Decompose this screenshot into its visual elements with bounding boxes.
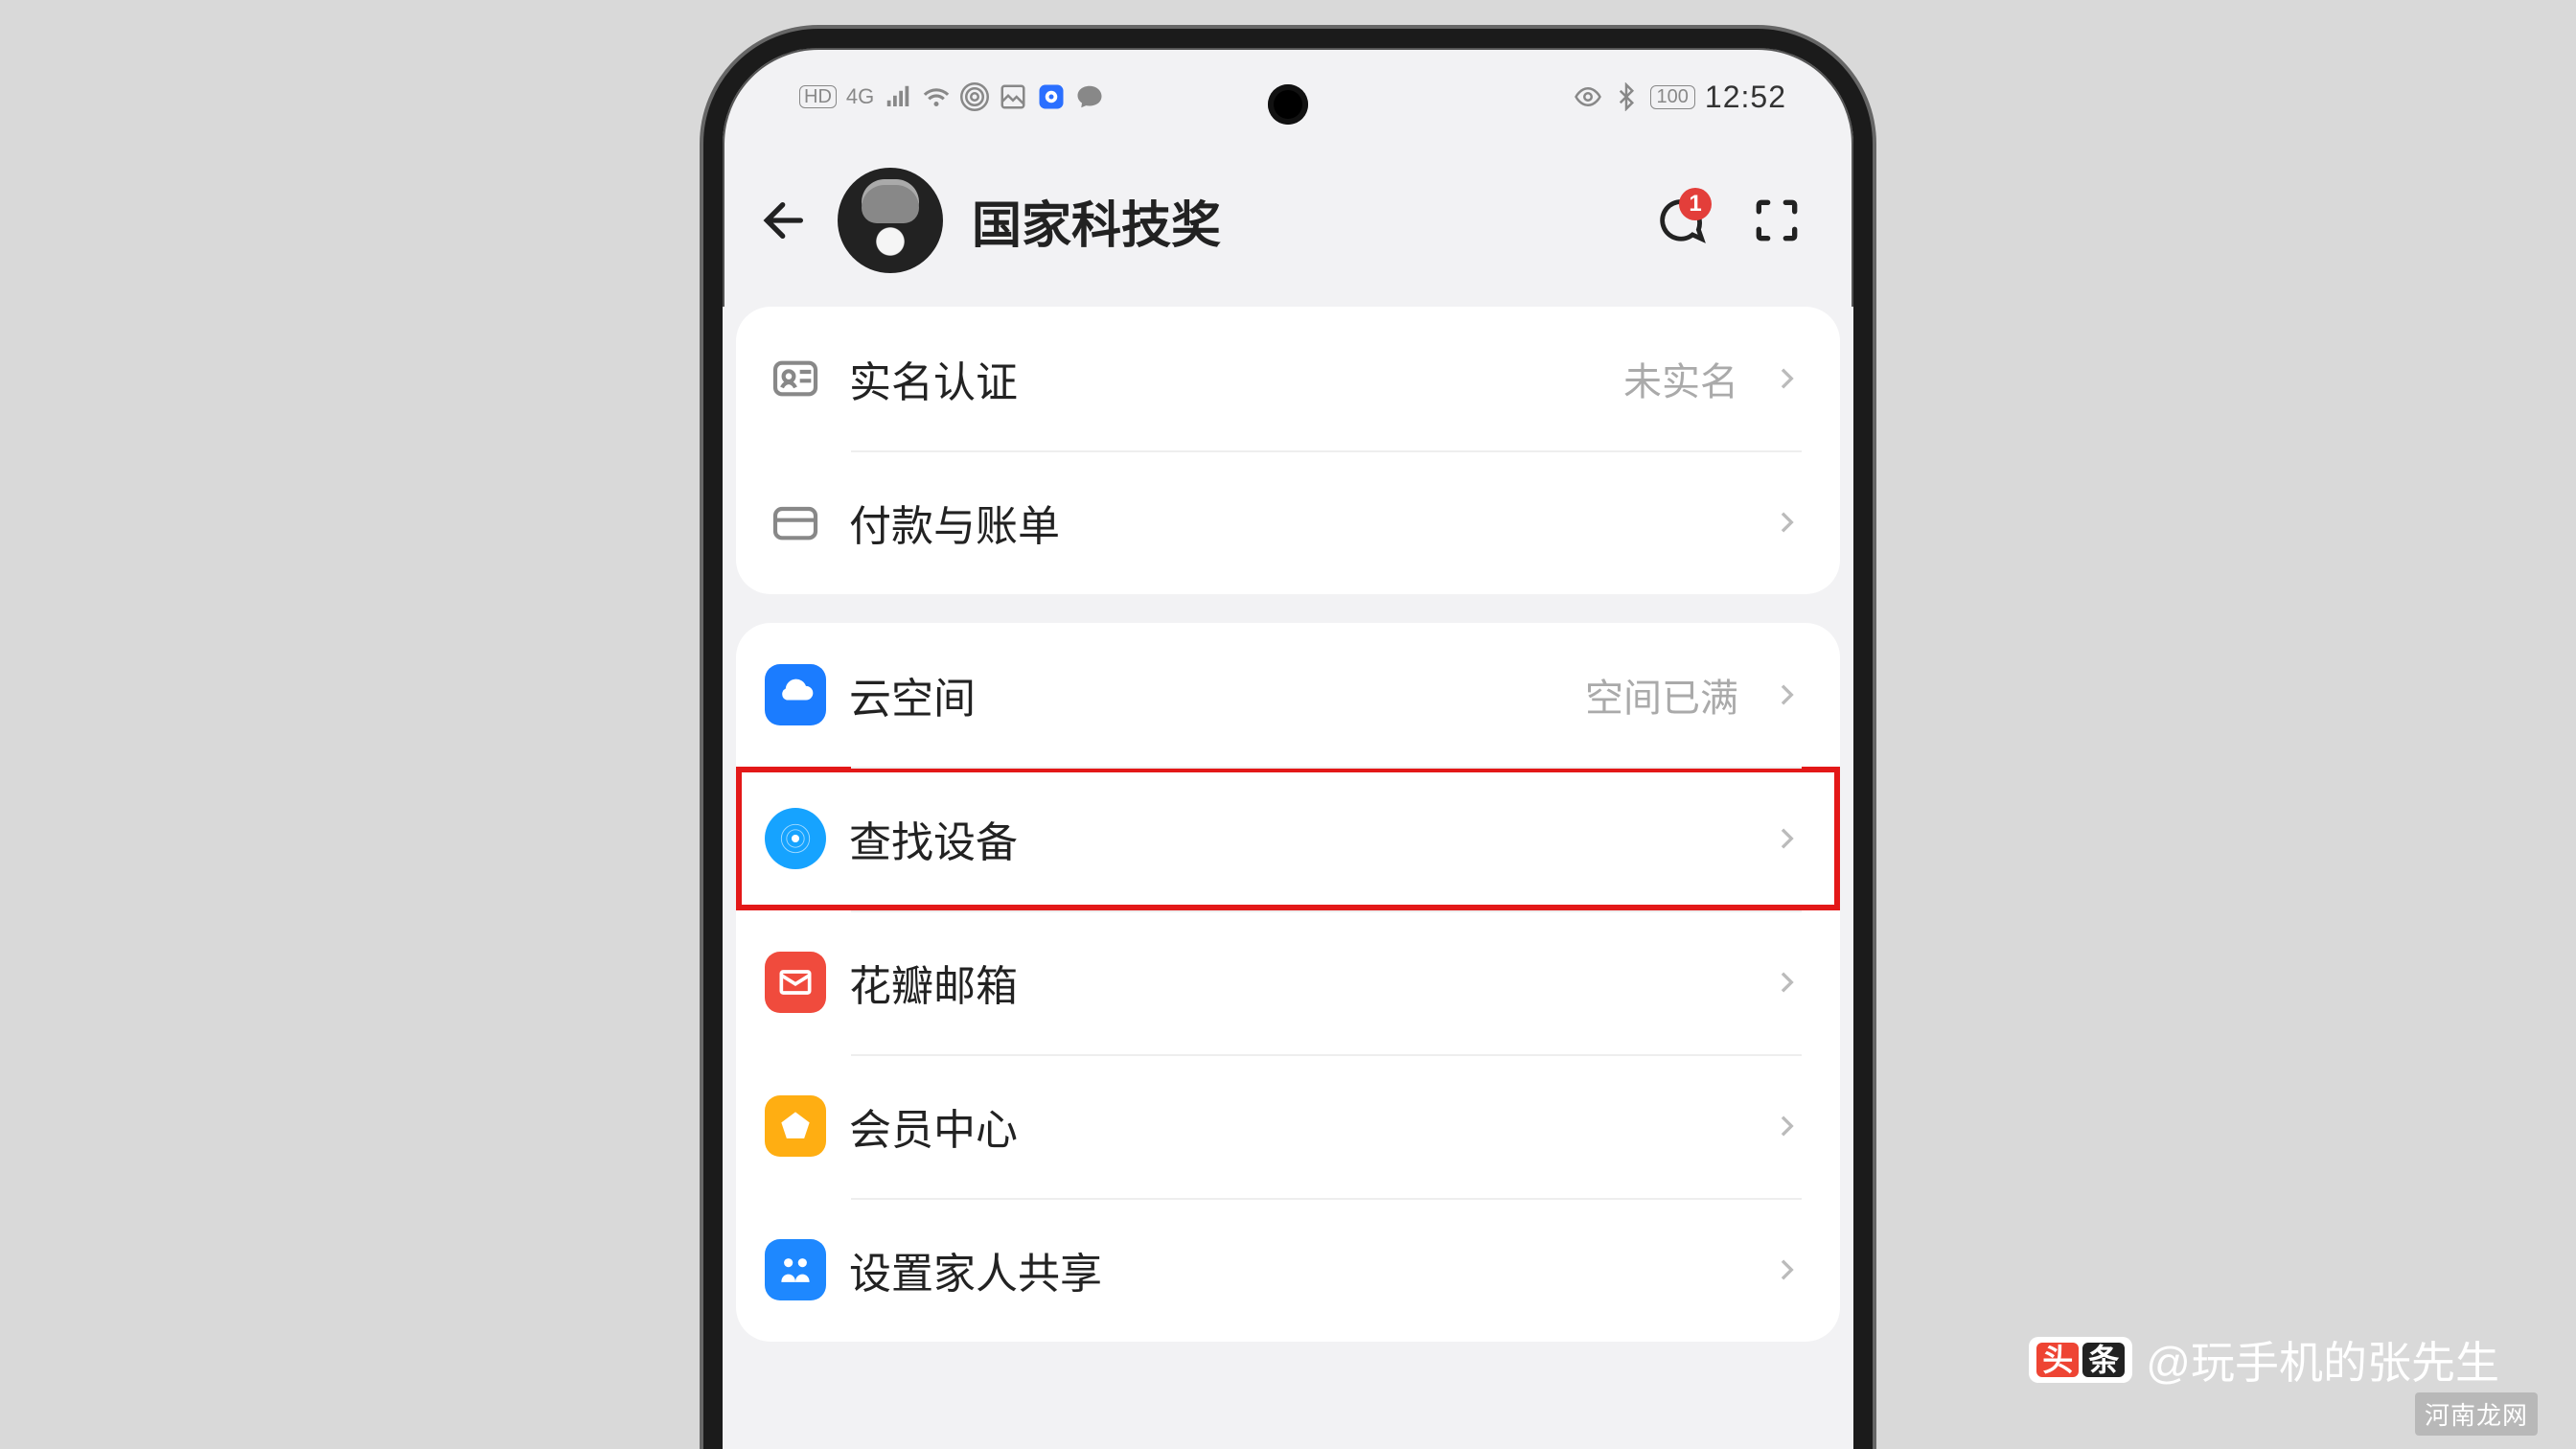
cloud-icon — [765, 664, 826, 725]
author-handle: @玩手机的张先生 — [2146, 1328, 2499, 1392]
assistant-icon — [1037, 82, 1066, 111]
front-camera — [1268, 84, 1308, 125]
chevron-right-icon — [1771, 1254, 1802, 1285]
scan-icon — [1750, 194, 1804, 247]
chevron-right-icon — [1771, 967, 1802, 998]
wallet-icon — [765, 492, 826, 553]
chevron-right-icon — [1771, 679, 1802, 710]
toutiao-logo: 头 条 — [2029, 1337, 2132, 1383]
notifications-button[interactable]: 1 — [1643, 182, 1719, 259]
title-bar: 国家科技奖 1 — [723, 153, 1853, 288]
chevron-right-icon — [1771, 507, 1802, 538]
hotspot-icon — [960, 82, 989, 111]
row-realname[interactable]: 实名认证 未实名 — [736, 307, 1840, 450]
signal-icon — [884, 82, 912, 111]
row-value: 未实名 — [1623, 351, 1738, 406]
member-icon — [765, 1095, 826, 1157]
family-icon — [765, 1239, 826, 1300]
find-icon — [765, 808, 826, 869]
hd-badge: HD — [799, 85, 837, 108]
row-label: 云空间 — [849, 664, 1562, 725]
id-card-icon — [765, 348, 826, 409]
notification-badge: 1 — [1679, 188, 1712, 220]
battery-indicator: 100 — [1650, 85, 1695, 109]
back-button[interactable] — [751, 187, 818, 254]
row-find[interactable]: 查找设备 — [736, 767, 1840, 910]
wifi-icon — [922, 82, 951, 111]
eye-icon — [1574, 82, 1602, 111]
content-area: 实名认证 未实名 付款与账单 云空间 空间已满 — [723, 307, 1853, 1449]
card-services: 云空间 空间已满 查找设备 花瓣邮箱 — [736, 623, 1840, 1342]
gallery-icon — [999, 82, 1027, 111]
network-label: 4G — [846, 84, 874, 109]
row-label: 付款与账单 — [849, 492, 1748, 553]
watermark-site: 河南龙网 — [2415, 1392, 2538, 1436]
watermark-author: 头 条 @玩手机的张先生 — [2029, 1328, 2499, 1392]
message-icon — [1075, 82, 1104, 111]
row-mail[interactable]: 花瓣邮箱 — [736, 910, 1840, 1054]
row-label: 花瓣邮箱 — [849, 952, 1748, 1013]
clock: 12:52 — [1705, 80, 1786, 115]
card-account: 实名认证 未实名 付款与账单 — [736, 307, 1840, 594]
bluetooth-icon — [1612, 82, 1641, 111]
page-title: 国家科技奖 — [962, 185, 1623, 257]
row-value: 空间已满 — [1585, 667, 1738, 723]
chevron-right-icon — [1771, 823, 1802, 854]
row-family[interactable]: 设置家人共享 — [736, 1198, 1840, 1342]
mail-icon — [765, 952, 826, 1013]
chevron-right-icon — [1771, 363, 1802, 394]
phone-frame: HD 4G 100 12:52 国家科技奖 1 — [703, 29, 1873, 1449]
row-member[interactable]: 会员中心 — [736, 1054, 1840, 1198]
row-label: 查找设备 — [849, 808, 1748, 869]
chevron-right-icon — [1771, 1111, 1802, 1141]
row-billing[interactable]: 付款与账单 — [736, 450, 1840, 594]
row-label: 会员中心 — [849, 1095, 1748, 1157]
row-cloud[interactable]: 云空间 空间已满 — [736, 623, 1840, 767]
arrow-left-icon — [758, 194, 812, 247]
row-label: 设置家人共享 — [849, 1239, 1748, 1300]
avatar[interactable] — [838, 168, 943, 273]
scan-button[interactable] — [1738, 182, 1815, 259]
row-label: 实名认证 — [849, 348, 1600, 409]
